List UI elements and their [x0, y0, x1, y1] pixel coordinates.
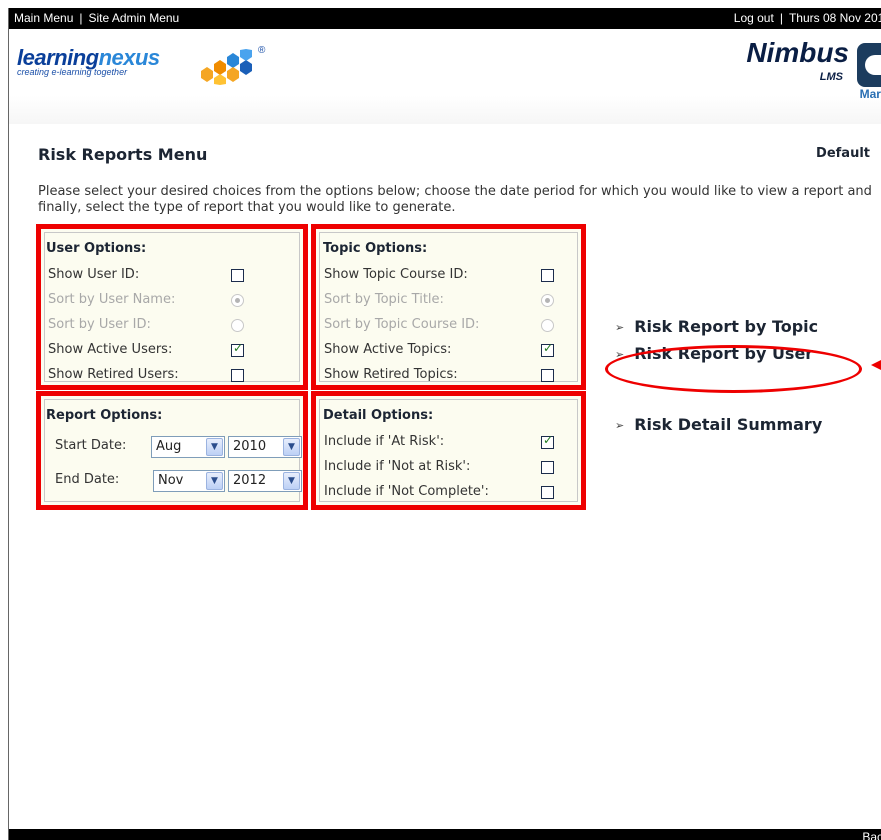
- show-topic-course-id-label: Show Topic Course ID:: [324, 267, 468, 282]
- top-bar: Main Menu | Site Admin Menu Log out | Thurs …: [9, 8, 881, 29]
- back-button[interactable]: Back: [862, 830, 881, 840]
- include-at-risk-label: Include if 'At Risk':: [324, 434, 445, 449]
- current-date: Thurs 08 Nov 2012: [788, 11, 881, 25]
- site-admin-menu-link[interactable]: Site Admin Menu: [89, 11, 180, 25]
- default-label: Default: [816, 146, 870, 161]
- sort-by-topic-course-id-radio[interactable]: [541, 319, 554, 332]
- footer-bar: Back: [9, 829, 881, 840]
- include-not-complete-label: Include if 'Not Complete':: [324, 484, 489, 499]
- sort-by-user-id-radio[interactable]: [231, 319, 244, 332]
- end-month-select[interactable]: Nov ▼: [153, 470, 225, 492]
- report-options-title: Report Options:: [46, 408, 163, 423]
- show-user-id-checkbox[interactable]: [231, 269, 244, 282]
- show-retired-users-checkbox[interactable]: [231, 369, 244, 382]
- end-date-label: End Date:: [55, 472, 120, 487]
- show-active-users-checkbox[interactable]: ✓: [231, 341, 244, 357]
- sort-by-topic-title-radio[interactable]: [541, 294, 554, 307]
- sort-by-topic-course-id-label: Sort by Topic Course ID:: [324, 317, 480, 332]
- report-options-panel: Report Options: Start Date: Aug ▼ 2010 ▼ E…: [36, 391, 308, 510]
- show-user-id-label: Show User ID:: [48, 267, 140, 282]
- hexagon-logo-icon: [201, 49, 252, 85]
- sort-by-user-name-label: Sort by User Name:: [48, 292, 176, 307]
- show-retired-users-label: Show Retired Users:: [48, 367, 179, 382]
- intro-text: Please select your desired choices from …: [38, 184, 872, 215]
- show-retired-topics-label: Show Retired Topics:: [324, 367, 458, 382]
- lms-label: LMS: [819, 71, 843, 83]
- start-year-select[interactable]: 2010 ▼: [228, 436, 302, 458]
- include-not-at-risk-label: Include if 'Not at Risk':: [324, 459, 471, 474]
- risk-report-by-topic-link[interactable]: ➢ Risk Report by Topic: [615, 317, 818, 336]
- detail-options-title: Detail Options:: [323, 408, 434, 423]
- show-retired-topics-checkbox[interactable]: [541, 369, 554, 382]
- highlight-ellipse: [605, 345, 862, 393]
- nimbus-logo: Nimbus: [746, 37, 849, 68]
- header: learningnexus creating e-learning togeth…: [9, 29, 881, 124]
- chevron-down-icon: ▼: [283, 472, 300, 490]
- start-month-select[interactable]: Aug ▼: [151, 436, 225, 458]
- user-options-title: User Options:: [46, 241, 147, 256]
- check-icon: ✓: [543, 341, 554, 355]
- end-year-select[interactable]: 2012 ▼: [228, 470, 302, 492]
- cloud-icon: [857, 43, 881, 87]
- topic-options-panel: Topic Options: Show Topic Course ID: Sor…: [311, 224, 586, 390]
- main-menu-link[interactable]: Main Menu: [14, 11, 73, 25]
- user-name[interactable]: Marzia: [860, 87, 881, 101]
- detail-options-panel: Detail Options: Include if 'At Risk': ✓ …: [311, 391, 586, 510]
- page-title: Risk Reports Menu: [38, 145, 208, 164]
- sort-by-user-id-label: Sort by User ID:: [48, 317, 151, 332]
- sort-by-topic-title-label: Sort by Topic Title:: [324, 292, 444, 307]
- chevron-down-icon: ▼: [283, 438, 300, 456]
- check-icon: ✓: [543, 433, 554, 447]
- risk-detail-summary-link[interactable]: ➢ Risk Detail Summary: [615, 415, 822, 434]
- check-icon: ✓: [233, 341, 244, 355]
- topic-options-title: Topic Options:: [323, 241, 428, 256]
- show-active-topics-label: Show Active Topics:: [324, 342, 452, 357]
- chevron-down-icon: ▼: [206, 472, 223, 490]
- show-active-users-label: Show Active Users:: [48, 342, 173, 357]
- start-date-label: Start Date:: [55, 438, 127, 453]
- arrow-right-icon: ➢: [615, 321, 625, 334]
- learningnexus-logo[interactable]: learningnexus creating e-learning togeth…: [17, 45, 265, 85]
- pointer-arrow-icon: [871, 359, 881, 371]
- logout-link[interactable]: Log out: [734, 11, 774, 25]
- show-topic-course-id-checkbox[interactable]: [541, 269, 554, 282]
- show-active-topics-checkbox[interactable]: ✓: [541, 341, 554, 357]
- user-options-panel: User Options: Show User ID: Sort by User…: [36, 224, 308, 390]
- include-at-risk-checkbox[interactable]: ✓: [541, 433, 554, 449]
- sort-by-user-name-radio[interactable]: [231, 294, 244, 307]
- include-not-complete-checkbox[interactable]: [541, 486, 554, 499]
- chevron-down-icon: ▼: [206, 438, 223, 456]
- app-frame: Main Menu | Site Admin Menu Log out | Thurs …: [8, 8, 881, 840]
- include-not-at-risk-checkbox[interactable]: [541, 461, 554, 474]
- arrow-right-icon: ➢: [615, 419, 625, 432]
